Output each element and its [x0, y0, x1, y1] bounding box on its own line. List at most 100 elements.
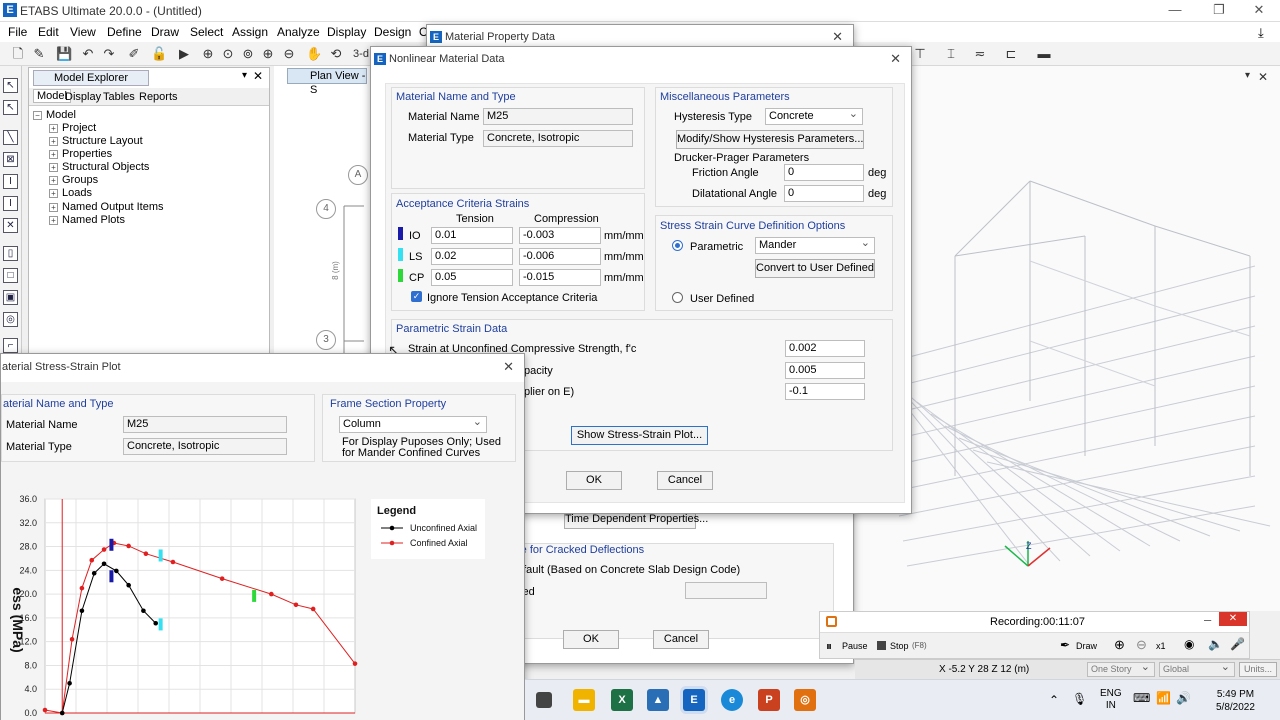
zoom-window-icon[interactable]: ⊕: [200, 46, 216, 62]
draw-area-icon[interactable]: ▣: [3, 290, 18, 305]
tab-tables[interactable]: Tables: [103, 91, 135, 103]
tray-mic-icon[interactable]: 🎙: [1072, 692, 1087, 706]
draw-diagonal-icon[interactable]: ⊠: [3, 152, 18, 167]
minimize-button[interactable]: —: [1160, 2, 1190, 20]
tree-item-project[interactable]: + Project: [49, 122, 96, 134]
zoom-in-icon[interactable]: ⊕: [260, 46, 276, 62]
line-style-icon[interactable]: ≂: [972, 46, 988, 62]
view-3d-button[interactable]: 3-d: [350, 46, 372, 62]
menu-design[interactable]: Design: [374, 25, 411, 39]
webcam-icon[interactable]: ◉: [1184, 637, 1194, 651]
convert-user-defined-button[interactable]: Convert to User Defined: [755, 259, 875, 278]
tree-item-named-output-items[interactable]: + Named Output Items: [49, 201, 164, 213]
draw-wall-icon[interactable]: ▯: [3, 246, 18, 261]
plan-view-tab[interactable]: Plan View - S: [287, 68, 367, 96]
edge-icon[interactable]: e: [721, 689, 743, 711]
align-middle-icon[interactable]: ⌶: [943, 46, 959, 62]
run-icon[interactable]: ▶: [176, 46, 192, 62]
microphone-icon[interactable]: 🎤: [1230, 637, 1245, 651]
tree-item-loads[interactable]: + Loads: [49, 187, 92, 199]
wifi-icon[interactable]: 📶: [1156, 691, 1171, 705]
tab-display[interactable]: Display: [65, 91, 101, 103]
parametric-model-select[interactable]: Mander: [755, 237, 875, 254]
stop-icon[interactable]: [877, 641, 886, 650]
strain-fc-field[interactable]: 0.002: [785, 340, 865, 357]
rotate-icon[interactable]: ⟲: [328, 46, 344, 62]
explorer-close-icon[interactable]: ✕: [253, 69, 263, 83]
pause-button[interactable]: Pause: [842, 641, 868, 651]
ignore-tension-checkbox[interactable]: ✓: [411, 291, 422, 302]
stop-button[interactable]: Stop: [890, 641, 909, 651]
lock-icon[interactable]: 🔓: [151, 46, 167, 62]
dilatational-angle-field[interactable]: 0: [784, 185, 864, 202]
pin-icon[interactable]: ▾: [242, 70, 247, 81]
menu-define[interactable]: Define: [107, 25, 142, 39]
frame-section-select[interactable]: Column: [339, 416, 487, 433]
draw-column-icon[interactable]: I: [3, 174, 18, 189]
draw-pen-icon[interactable]: ✒: [1060, 638, 1070, 652]
menu-assign[interactable]: Assign: [232, 25, 268, 39]
etabs-taskbar-icon[interactable]: E: [683, 689, 705, 711]
photos-icon[interactable]: ▲: [647, 689, 669, 711]
draw-point-icon[interactable]: ◎: [3, 312, 18, 327]
coordinate-system-select[interactable]: Global: [1159, 662, 1235, 677]
volume-icon[interactable]: 🔊: [1176, 691, 1191, 705]
menu-analyze[interactable]: Analyze: [277, 25, 320, 39]
multiplier-field[interactable]: -0.1: [785, 383, 865, 400]
align-top-icon[interactable]: ⊤: [912, 46, 928, 62]
default-code-option[interactable]: efault (Based on Concrete Slab Design Co…: [517, 564, 740, 576]
pencil-icon[interactable]: ✐: [126, 46, 142, 62]
redo-icon[interactable]: ↷: [101, 46, 117, 62]
language-indicator[interactable]: ENG IN: [1100, 688, 1122, 712]
line-weight-icon[interactable]: ▬: [1032, 46, 1056, 62]
user-defined-radio[interactable]: [672, 292, 683, 303]
menu-display[interactable]: Display: [327, 25, 366, 39]
hysteresis-parameters-button[interactable]: Modify/Show Hysteresis Parameters...: [676, 130, 864, 149]
nonlinear-close-button[interactable]: ✕: [890, 51, 901, 67]
units-button[interactable]: Units...: [1239, 662, 1277, 677]
material-property-ok-button[interactable]: OK: [563, 630, 619, 649]
file-explorer-icon[interactable]: ▬: [573, 689, 595, 711]
tree-item-structure-layout[interactable]: + Structure Layout: [49, 135, 143, 147]
recorder-minimize-button[interactable]: –: [1204, 612, 1211, 627]
draw-section-icon[interactable]: ⌐: [3, 338, 18, 353]
recorder-taskbar-icon[interactable]: ◎: [794, 689, 816, 711]
menu-view[interactable]: View: [70, 25, 96, 39]
zoom-out-icon[interactable]: ⊖: [281, 46, 297, 62]
cp-tension-field[interactable]: 0.05: [431, 269, 513, 286]
tree-item-properties[interactable]: + Properties: [49, 148, 112, 160]
nonlinear-cancel-button[interactable]: Cancel: [657, 471, 713, 490]
menu-edit[interactable]: Edit: [38, 25, 59, 39]
save-icon[interactable]: 💾: [56, 46, 72, 62]
keyboard-icon[interactable]: ⌨: [1133, 691, 1150, 705]
stress-plot-close-button[interactable]: ✕: [503, 359, 514, 375]
frame-icon[interactable]: ⊏: [1003, 46, 1019, 62]
tree-item-structural-objects[interactable]: + Structural Objects: [49, 161, 149, 173]
zoom-in-icon[interactable]: ⊕: [1114, 637, 1125, 653]
zoom-all-icon[interactable]: ⊚: [240, 46, 256, 62]
maximize-button[interactable]: ❐: [1204, 2, 1234, 20]
zoom-restore-icon[interactable]: ⊙: [220, 46, 236, 62]
draw-beam-icon[interactable]: I: [3, 196, 18, 211]
hysteresis-type-select[interactable]: Concrete: [765, 108, 863, 125]
3d-view-close-icon[interactable]: ✕: [1258, 70, 1268, 84]
speaker-icon[interactable]: 🔈: [1208, 637, 1223, 651]
tree-item-groups[interactable]: + Groups: [49, 174, 98, 186]
draw-floor-icon[interactable]: □: [3, 268, 18, 283]
show-stress-strain-plot-button[interactable]: Show Stress-Strain Plot...: [571, 426, 708, 445]
story-select[interactable]: One Story: [1087, 662, 1155, 677]
open-file-icon[interactable]: ✎: [31, 46, 47, 62]
tray-chevron-icon[interactable]: ⌃: [1049, 693, 1059, 707]
tab-reports[interactable]: Reports: [139, 91, 178, 103]
task-view-icon[interactable]: [536, 692, 552, 708]
draw-button[interactable]: Draw: [1076, 641, 1097, 651]
reshape-icon[interactable]: ↖: [3, 100, 18, 115]
menu-file[interactable]: File: [8, 25, 27, 39]
close-button[interactable]: ✕: [1244, 2, 1274, 20]
download-icon[interactable]: ⤓: [1258, 25, 1264, 41]
ls-compression-field[interactable]: -0.006: [519, 248, 601, 265]
menu-draw[interactable]: Draw: [151, 25, 179, 39]
ultimate-strain-field[interactable]: 0.005: [785, 362, 865, 379]
tree-root-model[interactable]: − Model: [33, 109, 76, 121]
3d-view-canvas[interactable]: Z ✕ ▾: [855, 66, 1280, 611]
